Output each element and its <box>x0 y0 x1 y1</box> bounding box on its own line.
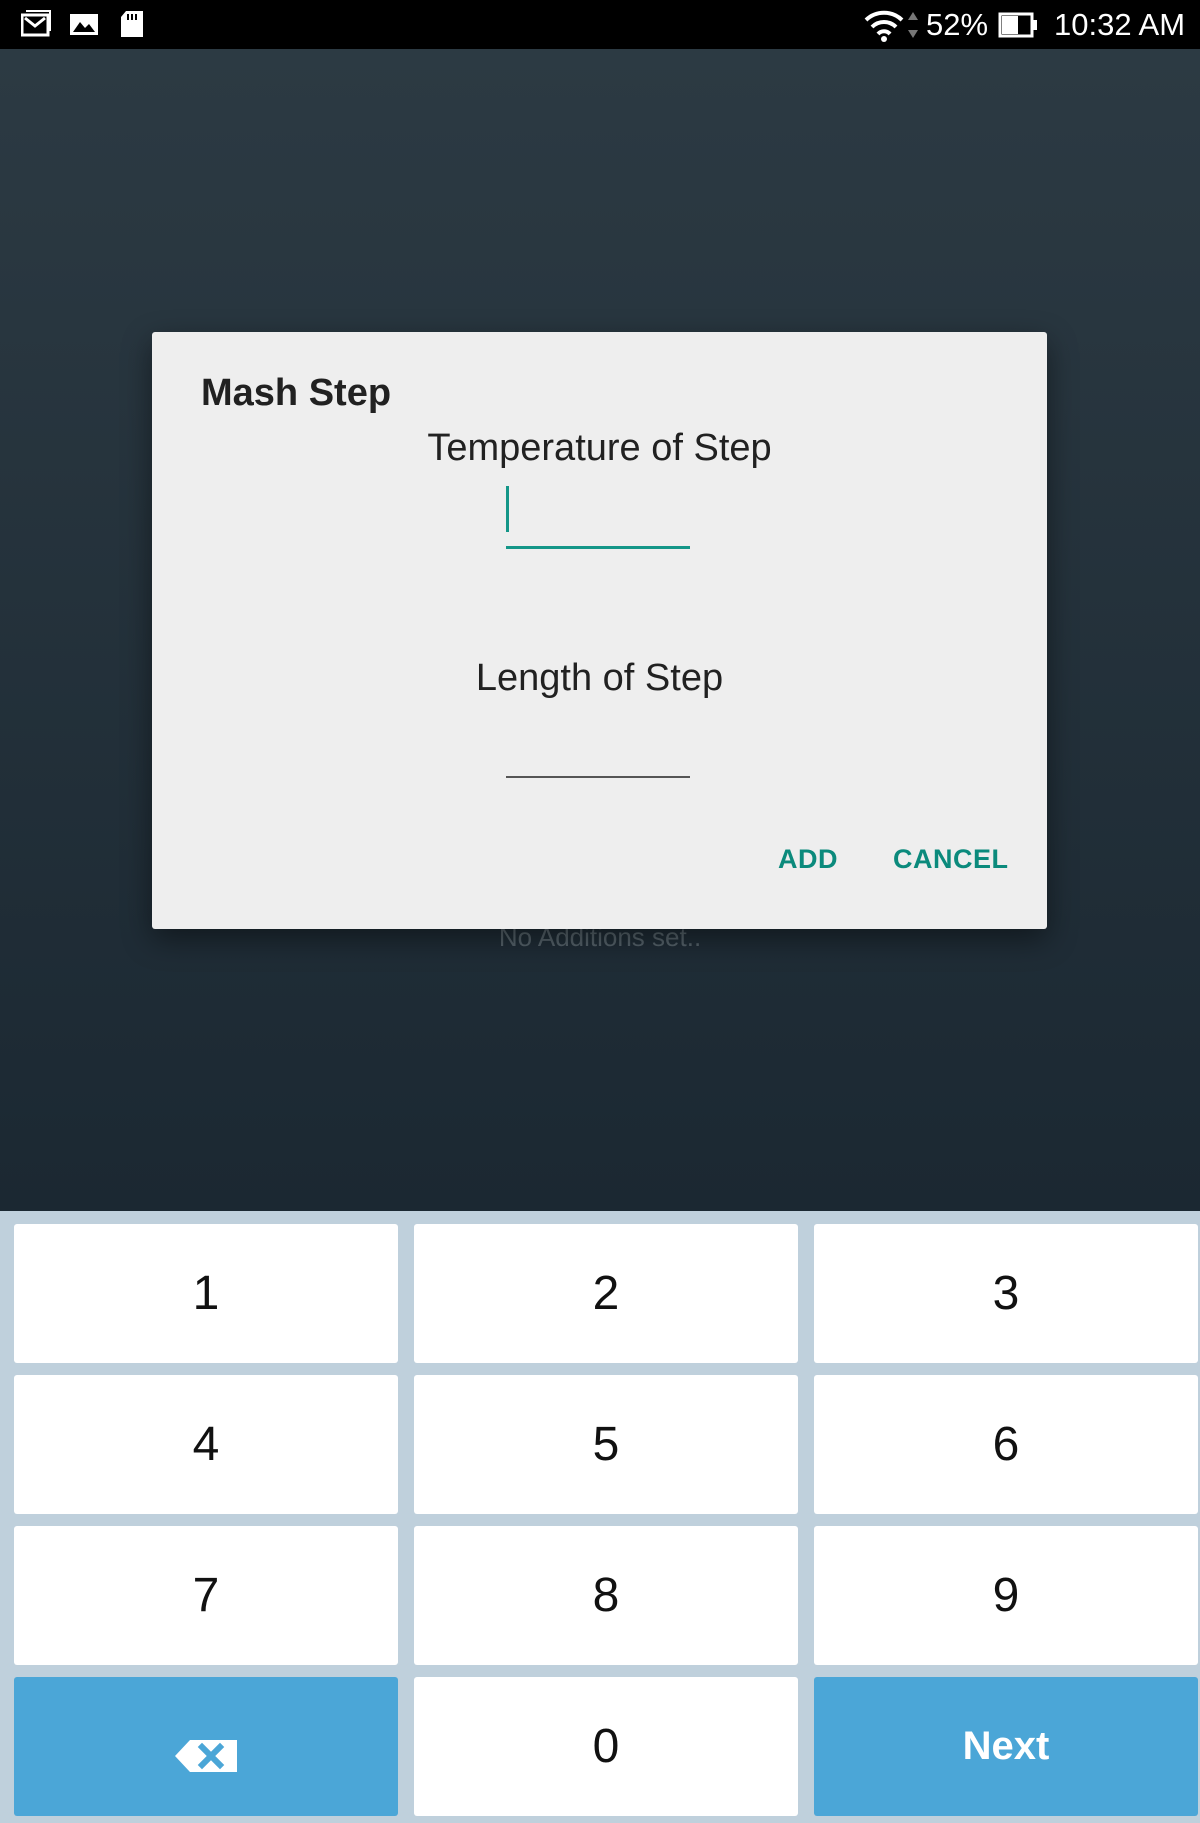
backspace-key[interactable] <box>14 1677 398 1816</box>
length-input[interactable] <box>506 722 690 777</box>
temperature-label: Temperature of Step <box>427 427 772 469</box>
wifi-icon <box>864 8 904 42</box>
key-3[interactable]: 3 <box>814 1224 1198 1363</box>
cancel-button[interactable]: CANCEL <box>893 844 1009 875</box>
gallery-icon <box>69 10 99 38</box>
dialog-title: Mash Step <box>201 372 392 414</box>
numeric-keyboard: 1 2 3 4 5 6 7 8 9 0 Next <box>0 1211 1200 1823</box>
backspace-icon <box>174 1730 238 1772</box>
add-button[interactable]: ADD <box>778 844 838 875</box>
battery-icon <box>998 12 1038 38</box>
key-1[interactable]: 1 <box>14 1224 398 1363</box>
clock: 10:32 AM <box>1054 6 1186 42</box>
gmail-icon <box>20 10 51 38</box>
temperature-underline <box>506 546 690 549</box>
next-key[interactable]: Next <box>814 1677 1198 1816</box>
key-7[interactable]: 7 <box>14 1526 398 1665</box>
text-cursor <box>506 486 509 532</box>
sd-card-icon <box>118 10 148 38</box>
key-4[interactable]: 4 <box>14 1375 398 1514</box>
status-bar: 52% 10:32 AM <box>0 0 1200 49</box>
temperature-input[interactable] <box>506 482 690 542</box>
mash-step-dialog: Mash Step Temperature of Step Length of … <box>152 332 1047 929</box>
data-arrows-icon <box>906 10 920 40</box>
key-0[interactable]: 0 <box>414 1677 798 1816</box>
length-underline <box>506 776 690 778</box>
key-9[interactable]: 9 <box>814 1526 1198 1665</box>
key-8[interactable]: 8 <box>414 1526 798 1665</box>
battery-percent: 52% <box>926 6 989 42</box>
key-5[interactable]: 5 <box>414 1375 798 1514</box>
key-6[interactable]: 6 <box>814 1375 1198 1514</box>
length-label: Length of Step <box>475 657 724 699</box>
key-2[interactable]: 2 <box>414 1224 798 1363</box>
